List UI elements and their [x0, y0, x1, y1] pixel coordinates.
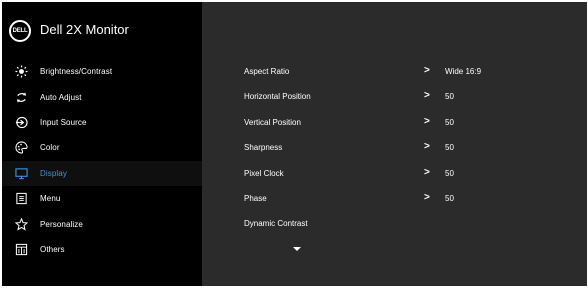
- setting-dynamic-contrast[interactable]: Dynamic Contrast: [202, 211, 587, 236]
- sidebar-item-label: Others: [40, 244, 65, 254]
- setting-label: Sharpness: [244, 143, 283, 153]
- setting-aspect-ratio[interactable]: Aspect Ratio > Wide 16:9: [202, 59, 587, 84]
- sidebar-item-others[interactable]: Others: [2, 237, 202, 262]
- monitor-title: Dell 2X Monitor: [40, 22, 129, 37]
- setting-pixel-clock[interactable]: Pixel Clock > 50: [202, 161, 587, 186]
- sidebar-item-personalize[interactable]: Personalize: [2, 211, 202, 236]
- star-icon: [15, 217, 28, 231]
- sidebar-item-color[interactable]: Color: [2, 135, 202, 160]
- setting-label: Horizontal Position: [244, 92, 311, 102]
- auto-adjust-icon: [15, 91, 28, 104]
- chevron-right-icon: >: [424, 166, 430, 178]
- sidebar-item-label: Color: [40, 143, 60, 153]
- sidebar-item-label: Brightness/Contrast: [40, 67, 113, 77]
- chevron-right-icon: >: [424, 65, 430, 76]
- sidebar: DELL Dell 2X Monitor Brightness/Contrast…: [2, 2, 202, 286]
- setting-phase[interactable]: Phase > 50: [202, 186, 587, 211]
- others-icon: [15, 243, 28, 256]
- setting-value: 50: [445, 193, 454, 203]
- setting-horizontal-position[interactable]: Horizontal Position > 50: [202, 84, 587, 109]
- sidebar-item-input-source[interactable]: Input Source: [2, 110, 202, 135]
- setting-value: 50: [445, 143, 454, 153]
- sidebar-item-label: Personalize: [40, 219, 83, 229]
- brightness-icon: [15, 65, 28, 78]
- sidebar-item-auto-adjust[interactable]: Auto Adjust: [2, 84, 202, 109]
- setting-value: 50: [445, 92, 454, 102]
- display-monitor-icon: [15, 167, 28, 180]
- sidebar-item-menu[interactable]: Menu: [2, 186, 202, 211]
- setting-sharpness[interactable]: Sharpness > 50: [202, 135, 587, 160]
- setting-value: Wide 16:9: [445, 67, 482, 76]
- sidebar-item-display[interactable]: Display: [2, 160, 202, 186]
- sidebar-item-label: Input Source: [40, 117, 87, 127]
- input-source-icon: [15, 116, 28, 129]
- setting-label: Pixel Clock: [244, 168, 284, 178]
- color-palette-icon: [15, 141, 28, 154]
- setting-vertical-position[interactable]: Vertical Position > 50: [202, 110, 587, 135]
- sidebar-item-brightness-contrast[interactable]: Brightness/Contrast: [2, 59, 202, 84]
- display-settings-list: Aspect Ratio > Wide 16:9 Horizontal Posi…: [202, 59, 587, 237]
- setting-label: Phase: [244, 193, 267, 203]
- chevron-right-icon: >: [424, 191, 430, 203]
- monitor-osd: DELL Dell 2X Monitor Brightness/Contrast…: [2, 2, 587, 286]
- chevron-right-icon: >: [424, 90, 430, 102]
- setting-value: 50: [445, 117, 454, 127]
- dell-logo: DELL: [9, 20, 31, 42]
- scroll-down-arrow-icon[interactable]: [293, 247, 301, 251]
- setting-label: Aspect Ratio: [244, 67, 290, 76]
- menu-icon: [15, 192, 28, 205]
- sidebar-item-label: Display: [40, 168, 67, 178]
- main-menu: Brightness/Contrast Auto Adjust Input So…: [2, 59, 202, 262]
- setting-value: 50: [445, 168, 454, 178]
- chevron-right-icon: >: [424, 115, 430, 127]
- display-settings-panel: Aspect Ratio > Wide 16:9 Horizontal Posi…: [202, 2, 587, 286]
- setting-label: Dynamic Contrast: [244, 219, 308, 229]
- setting-label: Vertical Position: [244, 117, 301, 127]
- chevron-right-icon: >: [424, 141, 430, 153]
- brand-header: DELL Dell 2X Monitor: [2, 2, 202, 56]
- sidebar-item-label: Menu: [40, 194, 61, 204]
- sidebar-item-label: Auto Adjust: [40, 92, 82, 102]
